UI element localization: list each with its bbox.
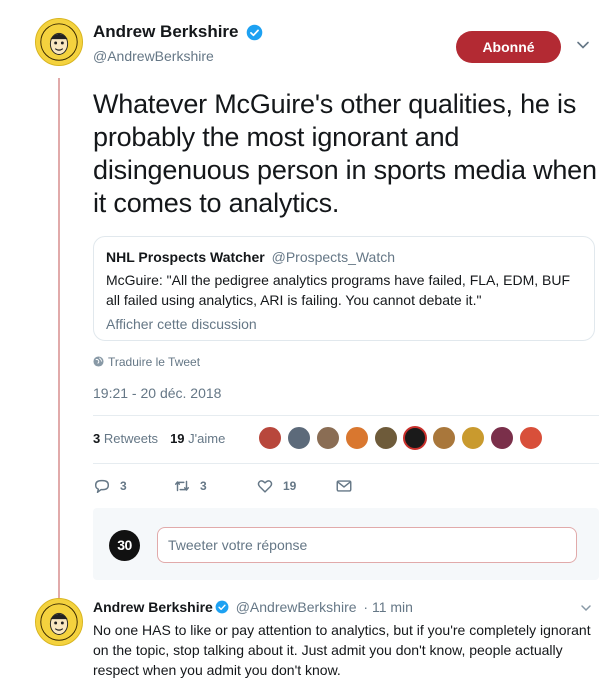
divider: [93, 463, 599, 464]
author-name[interactable]: Andrew Berkshire: [93, 22, 239, 42]
liker-avatar[interactable]: [316, 426, 340, 450]
author-handle[interactable]: @AndrewBerkshire: [93, 48, 263, 64]
envelope-icon: [336, 480, 352, 492]
globe-icon: [93, 356, 104, 367]
liker-avatar[interactable]: [490, 426, 514, 450]
current-user-avatar[interactable]: 30: [109, 530, 140, 561]
tweet-timestamp[interactable]: 19:21 - 20 déc. 2018: [93, 385, 221, 401]
author-avatar[interactable]: [35, 18, 83, 66]
reply-icon: [94, 479, 110, 494]
thread-connector-line: [58, 78, 60, 598]
verified-badge-icon: [246, 24, 263, 40]
likes-stat[interactable]: 19 J'aime: [170, 431, 225, 446]
reply-author-avatar[interactable]: [35, 598, 83, 646]
retweets-stat[interactable]: 3 Retweets: [93, 431, 158, 446]
liker-avatar[interactable]: [461, 426, 485, 450]
liker-avatar[interactable]: [432, 426, 456, 450]
reply-time[interactable]: · 11 min: [363, 599, 413, 615]
translate-tweet-link[interactable]: Traduire le Tweet: [93, 355, 200, 369]
like-button[interactable]: 19: [256, 476, 296, 496]
reply-tweet-header: Andrew Berkshire @AndrewBerkshire · 11 m…: [93, 599, 413, 615]
direct-message-button[interactable]: [335, 476, 362, 496]
avatar-illustration-icon: [36, 599, 82, 645]
following-button[interactable]: Abonné: [456, 31, 561, 63]
liker-avatar[interactable]: [345, 426, 369, 450]
liker-avatar[interactable]: [403, 426, 427, 450]
verified-badge-icon: [215, 600, 229, 614]
engagement-stats: 3 Retweets 19 J'aime: [93, 431, 225, 446]
reply-author-handle[interactable]: @AndrewBerkshire: [236, 599, 357, 615]
heart-icon: [257, 480, 273, 493]
avatar-illustration-icon: [36, 19, 82, 65]
translate-label: Traduire le Tweet: [108, 355, 201, 369]
quoted-author-handle: @Prospects_Watch: [271, 249, 396, 265]
show-thread-link[interactable]: Afficher cette discussion: [106, 316, 582, 332]
chevron-down-icon[interactable]: [576, 38, 590, 52]
liker-avatar[interactable]: [374, 426, 398, 450]
divider: [93, 415, 599, 416]
tweet-text: Whatever McGuire's other qualities, he i…: [93, 89, 597, 218]
quoted-author-name: NHL Prospects Watcher: [106, 249, 265, 265]
reply-input[interactable]: Tweeter votre réponse: [157, 527, 577, 563]
quoted-tweet-card[interactable]: NHL Prospects Watcher @Prospects_Watch M…: [93, 236, 595, 341]
tweet-header: Andrew Berkshire @AndrewBerkshire: [93, 22, 263, 64]
liker-avatar[interactable]: [519, 426, 543, 450]
reply-tweet-text: No one HAS to like or pay attention to a…: [93, 622, 591, 678]
retweet-button[interactable]: 3: [173, 476, 207, 496]
chevron-down-icon[interactable]: [580, 602, 592, 614]
retweet-icon: [174, 480, 190, 492]
reply-button[interactable]: 3: [93, 476, 127, 496]
reply-compose-area: 30 Tweeter votre réponse: [93, 508, 599, 580]
quoted-tweet-text: McGuire: "All the pedigree analytics pro…: [106, 272, 571, 308]
liker-avatar[interactable]: [258, 426, 282, 450]
liker-avatar[interactable]: [287, 426, 311, 450]
quoted-tweet-header: NHL Prospects Watcher @Prospects_Watch: [106, 249, 582, 265]
reply-author-name[interactable]: Andrew Berkshire: [93, 599, 213, 615]
